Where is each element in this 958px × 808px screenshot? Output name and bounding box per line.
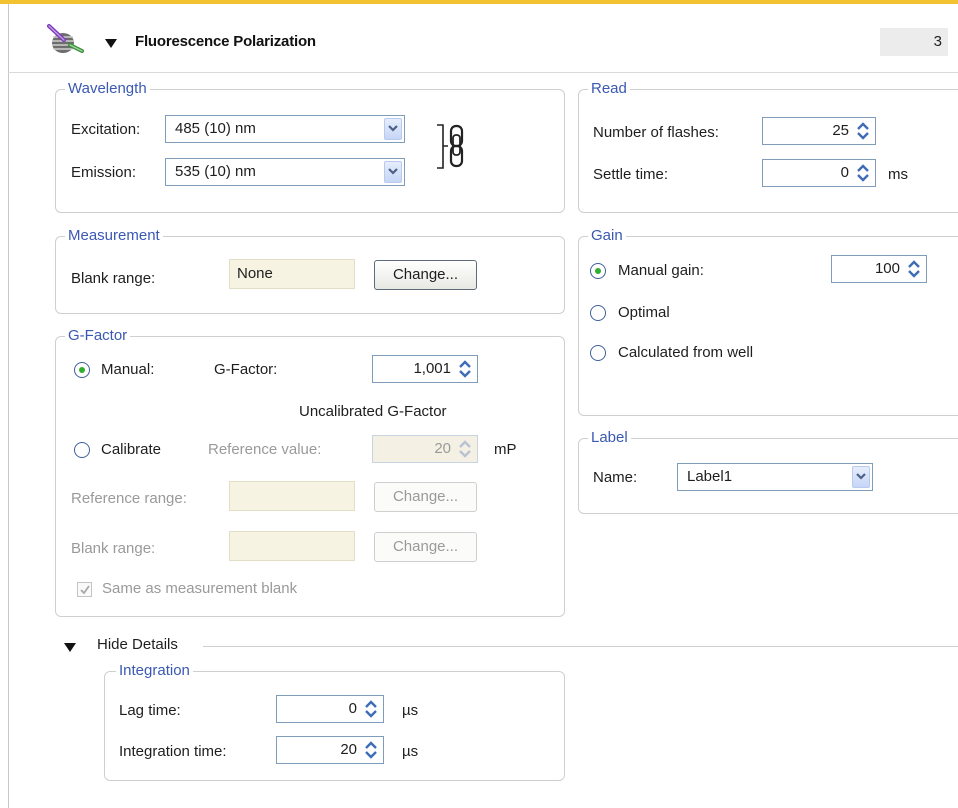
integration-group: Integration xyxy=(104,663,565,781)
settle-unit: ms xyxy=(888,166,908,183)
blank-range-field: None xyxy=(229,259,355,289)
link-chain-icon[interactable] xyxy=(434,121,474,173)
spin-arrows-icon[interactable] xyxy=(456,439,474,459)
wavelength-legend: Wavelength xyxy=(65,81,150,97)
spin-arrows-icon[interactable] xyxy=(854,163,872,183)
gfactor-manual-label: Manual: xyxy=(101,361,155,378)
manual-gain-radio[interactable] xyxy=(590,263,606,279)
measurement-legend: Measurement xyxy=(65,228,163,244)
reference-value-stepper[interactable]: 20 xyxy=(372,435,478,463)
gfactor-value: 1,001 xyxy=(413,360,451,377)
emission-label: Emission: xyxy=(71,164,137,181)
lag-time-stepper[interactable]: 0 xyxy=(276,695,384,723)
flashes-value: 25 xyxy=(832,122,849,139)
read-group: Read xyxy=(578,81,958,213)
integration-legend: Integration xyxy=(116,663,193,679)
calculated-radio[interactable] xyxy=(590,345,606,361)
manual-gain-label: Manual gain: xyxy=(618,262,704,279)
name-label: Name: xyxy=(593,469,638,486)
reference-range-field xyxy=(229,481,355,511)
left-border xyxy=(8,4,9,808)
chevron-down-icon[interactable] xyxy=(384,161,402,183)
settle-stepper[interactable]: 0 xyxy=(762,159,876,187)
integration-time-unit: µs xyxy=(402,743,419,760)
manual-gain-stepper[interactable]: 100 xyxy=(831,255,927,283)
reference-unit: mP xyxy=(494,441,517,458)
gfactor-blank-range-label: Blank range: xyxy=(71,540,156,557)
read-legend: Read xyxy=(588,81,630,97)
reference-range-label: Reference range: xyxy=(71,490,187,507)
integration-time-stepper[interactable]: 20 xyxy=(276,736,384,764)
uncalibrated-text: Uncalibrated G-Factor xyxy=(299,403,447,420)
calculated-label: Calculated from well xyxy=(618,344,754,361)
same-as-measurement-checkbox[interactable] xyxy=(77,582,92,597)
details-divider xyxy=(203,646,958,647)
spin-arrows-icon[interactable] xyxy=(905,259,923,279)
chevron-down-icon[interactable] xyxy=(852,466,870,488)
radio-selected-dot xyxy=(79,367,85,373)
optimal-label: Optimal xyxy=(618,304,670,321)
optimal-radio[interactable] xyxy=(590,305,606,321)
collapse-triangle-icon[interactable] xyxy=(104,36,118,48)
section-title: Fluorescence Polarization xyxy=(135,33,316,50)
emission-value: 535 (10) nm xyxy=(175,163,256,180)
label-name-select[interactable]: Label1 xyxy=(677,463,873,491)
excitation-value: 485 (10) nm xyxy=(175,120,256,137)
calibrate-label: Calibrate xyxy=(101,441,162,458)
integration-time-label: Integration time: xyxy=(119,743,227,760)
spin-arrows-icon[interactable] xyxy=(362,699,380,719)
flashes-stepper[interactable]: 25 xyxy=(762,117,876,145)
step-number-badge: 3 xyxy=(880,28,948,56)
gfactor-blank-range-change-button[interactable]: Change... xyxy=(374,532,477,562)
measurement-change-button[interactable]: Change... xyxy=(374,260,477,290)
settle-label: Settle time: xyxy=(593,166,669,183)
blank-range-value: None xyxy=(237,265,273,282)
gfactor-legend: G-Factor xyxy=(65,328,131,344)
excitation-select[interactable]: 485 (10) nm xyxy=(165,115,405,143)
spin-arrows-icon[interactable] xyxy=(456,359,474,379)
chevron-down-icon[interactable] xyxy=(384,118,402,140)
wavelength-group: Wavelength xyxy=(55,81,565,213)
gfactor-stepper[interactable]: 1,001 xyxy=(372,355,478,383)
calibrate-radio[interactable] xyxy=(74,442,90,458)
lag-time-label: Lag time: xyxy=(119,702,181,719)
excitation-label: Excitation: xyxy=(71,121,141,138)
gfactor-blank-range-field xyxy=(229,531,355,561)
radio-selected-dot xyxy=(595,268,601,274)
lag-time-unit: µs xyxy=(402,702,419,719)
flashes-label: Number of flashes: xyxy=(593,124,719,141)
blank-range-label: Blank range: xyxy=(71,270,156,287)
integration-time-value: 20 xyxy=(340,741,357,758)
emission-select[interactable]: 535 (10) nm xyxy=(165,158,405,186)
settle-value: 0 xyxy=(840,164,849,181)
spin-arrows-icon[interactable] xyxy=(362,740,380,760)
hide-details-toggle[interactable]: Hide Details xyxy=(97,636,178,654)
gfactor-label: G-Factor: xyxy=(214,361,278,378)
gfactor-manual-radio[interactable] xyxy=(74,362,90,378)
manual-gain-value: 100 xyxy=(874,260,900,277)
label-name-value: Label1 xyxy=(687,468,733,485)
label-legend: Label xyxy=(588,430,631,446)
reference-value: 20 xyxy=(434,440,451,457)
same-as-measurement-label: Same as measurement blank xyxy=(102,580,298,597)
hide-details-triangle-icon[interactable] xyxy=(63,640,77,652)
reference-value-label: Reference value: xyxy=(208,441,322,458)
reference-range-change-button[interactable]: Change... xyxy=(374,482,477,512)
gain-legend: Gain xyxy=(588,228,626,244)
fluorescence-polarization-icon xyxy=(46,22,86,58)
lag-time-value: 0 xyxy=(348,700,357,717)
spin-arrows-icon[interactable] xyxy=(854,121,872,141)
